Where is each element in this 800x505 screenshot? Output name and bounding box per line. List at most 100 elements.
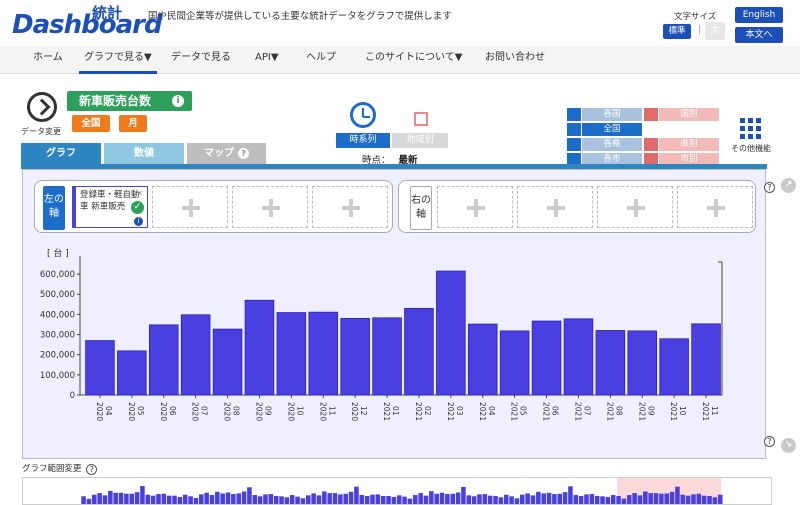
range-bar [364, 496, 370, 504]
range-bar [530, 495, 536, 504]
bar [404, 307, 434, 396]
x-tick-label-month: 11 [327, 406, 336, 416]
series-info-icon[interactable]: i [134, 217, 143, 226]
nav-api[interactable]: API▼ [255, 46, 279, 74]
x-tick-label-year: 2021 [446, 402, 455, 421]
range-bar [632, 493, 637, 504]
area-prefecture[interactable]: 県別 [659, 138, 719, 151]
range-bar [145, 494, 151, 504]
bar [117, 350, 147, 396]
grid-menu-icon[interactable] [740, 118, 762, 140]
by-region-button[interactable]: 地域別 [392, 133, 448, 148]
x-tick-label-month: 05 [519, 406, 528, 416]
range-selector[interactable] [22, 477, 772, 505]
statistic-title-text: 新車販売台数 [79, 94, 152, 108]
add-series-slot[interactable] [232, 186, 308, 228]
range-bar [434, 493, 439, 504]
range-bar [680, 494, 686, 504]
region-tag[interactable]: 全国 [72, 115, 110, 132]
arrow-down-right-icon[interactable]: ↘ [781, 438, 796, 453]
range-change-text: グラフ範囲変更 [22, 464, 82, 474]
area-by-country[interactable]: 各国 [582, 108, 642, 121]
bar [499, 330, 530, 396]
range-bar [691, 494, 696, 504]
arrow-up-right-icon[interactable]: ↗ [781, 178, 796, 193]
range-bar [717, 494, 723, 504]
range-bar [659, 493, 664, 504]
english-button[interactable]: English [735, 7, 783, 23]
tab-values[interactable]: 数値 [104, 143, 184, 164]
range-bar [150, 495, 156, 504]
x-tick-label-year: 2020 [191, 402, 200, 421]
add-series-slot[interactable] [597, 186, 673, 228]
x-tick-label-year: 2021 [510, 402, 519, 421]
add-series-slot[interactable] [312, 186, 388, 228]
font-size-large-button[interactable]: 大 [705, 22, 725, 40]
nav-help[interactable]: ヘルプ [306, 46, 336, 74]
skip-to-content-button[interactable]: 本文へ [735, 27, 783, 43]
area-international[interactable]: 国別 [659, 108, 719, 121]
nav-home[interactable]: ホーム [33, 46, 63, 74]
info-icon[interactable]: i [172, 95, 184, 107]
add-series-slot[interactable] [677, 186, 753, 228]
nav-data[interactable]: データで見る [171, 46, 231, 74]
nav-about[interactable]: このサイトについて▼ [365, 46, 462, 74]
bar [595, 330, 626, 396]
series-slot-1[interactable]: 登録車・軽自動車 新車販売 ✕ ✓ i [72, 186, 148, 228]
tab-graph[interactable]: グラフ [21, 143, 101, 164]
help-icon[interactable]: ? [238, 148, 249, 159]
bar [276, 312, 307, 396]
area-national[interactable]: 全国 [582, 123, 642, 136]
range-bar [134, 492, 140, 504]
range-bar [236, 493, 241, 504]
bar [659, 338, 689, 396]
x-tick-label-year: 2020 [350, 402, 359, 421]
axis-help-icon[interactable]: ? [764, 182, 775, 193]
x-tick-label-month: 03 [455, 406, 464, 416]
add-series-slot[interactable] [152, 186, 228, 228]
clock-icon[interactable] [350, 102, 376, 128]
range-bar [482, 494, 488, 504]
font-size-standard-button[interactable]: 標準 [663, 24, 691, 39]
range-bar [627, 495, 632, 504]
x-tick-label-year: 2020 [159, 402, 168, 421]
range-bar [140, 486, 145, 504]
y-axis-label: [ 台 ] [47, 247, 69, 259]
site-header: Dashboard 統計 国や民間企業等が提供している主要な統計データをグラフで… [0, 0, 800, 46]
nav-contact[interactable]: お問い合わせ [485, 46, 545, 74]
range-bar [354, 486, 359, 504]
add-series-slot[interactable] [437, 186, 513, 228]
bar [467, 323, 498, 396]
nav-graph[interactable]: グラフで見る▼ [79, 46, 157, 74]
chart-help-icon[interactable]: ? [764, 436, 775, 447]
data-change-label[interactable]: データ変更 [21, 126, 61, 137]
font-size-label: 文字サイズ [674, 12, 717, 22]
map-icon[interactable] [414, 112, 428, 126]
close-icon[interactable]: ✕ [136, 188, 143, 200]
x-tick-label-year: 2021 [669, 402, 678, 421]
range-help-icon[interactable]: ? [86, 464, 98, 475]
x-tick-label-month: 08 [232, 406, 241, 416]
range-bar [594, 496, 600, 504]
site-logo[interactable]: Dashboard 統計 [12, 2, 163, 40]
period-tag[interactable]: 月 [119, 115, 147, 132]
bar [340, 318, 370, 396]
x-tick-label-month: 02 [423, 406, 432, 416]
range-bar [664, 493, 669, 504]
range-bar [653, 493, 659, 504]
area-by-prefecture[interactable]: 各県 [582, 138, 642, 151]
range-bar [610, 495, 616, 504]
range-bar [220, 493, 225, 504]
timeseries-button[interactable]: 時系列 [336, 133, 390, 148]
tab-map[interactable]: マップ? [187, 143, 266, 164]
x-tick-label-month: 07 [200, 406, 209, 416]
add-series-slot[interactable] [517, 186, 593, 228]
globe-icon [567, 108, 581, 121]
range-bar [300, 498, 306, 504]
x-tick-label-year: 2020 [318, 402, 327, 421]
japan-flag-icon [567, 123, 581, 136]
data-change-icon[interactable] [27, 92, 57, 122]
range-bar [616, 496, 621, 504]
range-bar [621, 498, 627, 504]
other-functions-label[interactable]: その他機能 [731, 143, 771, 154]
